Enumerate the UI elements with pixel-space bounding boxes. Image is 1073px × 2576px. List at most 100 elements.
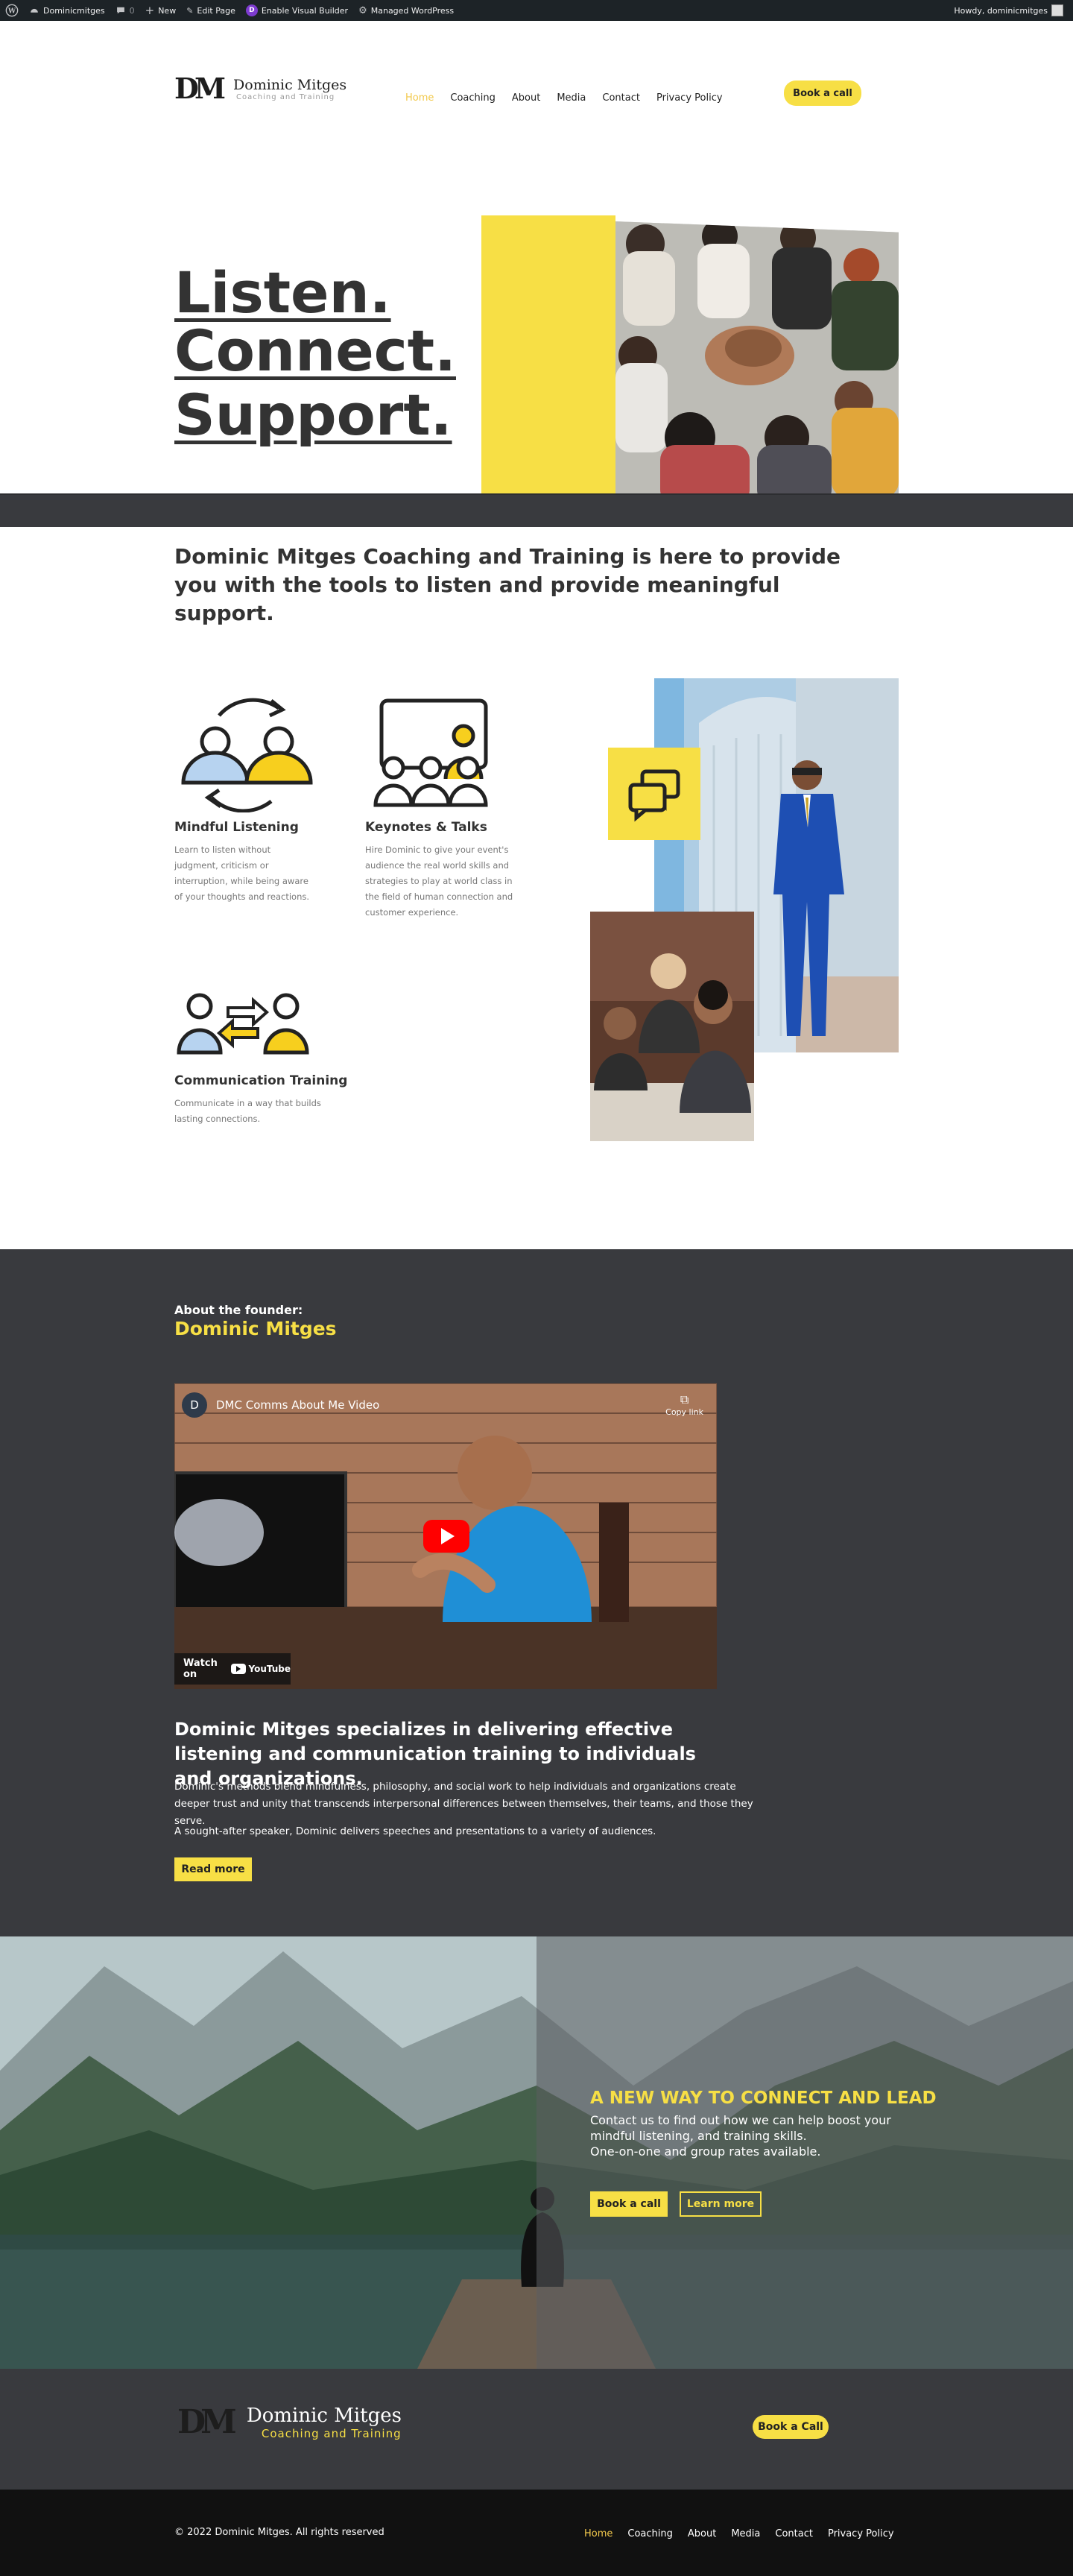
nav-contact[interactable]: Contact [602, 92, 640, 104]
watch-on-label: Watch on [183, 1658, 218, 1680]
service-communication: Communication Training Communicate in a … [174, 984, 361, 1127]
business-team-photo [590, 912, 754, 1141]
presentation-board-icon [373, 698, 488, 807]
chat-bubbles-icon [628, 769, 680, 822]
founder-section: About the founder: Dominic Mitges D DMC … [0, 1249, 1073, 1936]
admin-managed-link[interactable]: ⚙ Managed WordPress [353, 0, 459, 21]
site-header: DM Dominic Mitges Coaching and Training … [0, 21, 1073, 174]
footer-nav-coaching[interactable]: Coaching [627, 2528, 673, 2539]
admin-managed-label: Managed WordPress [370, 5, 455, 16]
play-icon [441, 1528, 455, 1544]
nav-privacy[interactable]: Privacy Policy [656, 92, 723, 104]
watch-on-youtube-button[interactable]: Watch on YouTube [174, 1653, 291, 1685]
admin-account-link[interactable]: Howdy, dominicmitges [949, 0, 1069, 21]
youtube-video-embed[interactable]: D DMC Comms About Me Video ⧉ Copy link W… [174, 1383, 717, 1689]
logo-mark: DM [174, 72, 226, 105]
comments-count: 0 [129, 5, 135, 16]
admin-comments-link[interactable]: 0 [110, 0, 140, 21]
footer-logo-mark: DM [177, 2403, 237, 2441]
youtube-logo-icon: YouTube [231, 1664, 291, 1674]
founder-name: Dominic Mitges [174, 1318, 337, 1339]
avatar [1051, 4, 1063, 16]
admin-edit-label: Edit Page [197, 5, 235, 16]
admin-new-link[interactable]: + New [140, 0, 182, 21]
hero-line-listen: Listen. [174, 259, 391, 326]
founder-kicker: About the founder: [174, 1303, 303, 1317]
copyright: © 2022 Dominic Mitges. All rights reserv… [174, 2527, 384, 2538]
cta-text-line-2: mindful listening, and training skills. [590, 2129, 807, 2143]
admin-howdy: Howdy, dominicmitges [954, 5, 1048, 16]
cta-learn-more-button[interactable]: Learn more [680, 2191, 762, 2217]
admin-site-link[interactable]: Dominicmitges [24, 0, 110, 21]
service-title: Keynotes & Talks [365, 820, 487, 835]
copy-icon: ⧉ [680, 1392, 689, 1407]
footer-nav-home[interactable]: Home [584, 2528, 613, 2539]
service-mindful-listening: Mindful Listening Learn to listen withou… [174, 686, 361, 905]
admin-new-label: New [158, 5, 177, 16]
footer-logo-title: Dominic Mitges [246, 2405, 402, 2427]
footer-nav-contact[interactable]: Contact [775, 2528, 813, 2539]
hero-line-support: Support. [174, 382, 452, 448]
dashboard-icon [31, 8, 38, 13]
founder-paragraph-1: Dominic's methods blend mindfulness, phi… [174, 1781, 753, 1827]
svg-text:W: W [7, 8, 16, 16]
nav-media[interactable]: Media [557, 92, 586, 104]
service-text: Hire Dominic to give your event's audien… [365, 845, 513, 918]
nav-coaching[interactable]: Coaching [450, 92, 496, 104]
founder-paragraph-2: A sought-after speaker, Dominic delivers… [174, 1825, 656, 1837]
logo-subtitle: Coaching and Training [236, 92, 335, 101]
main-nav: Home Coaching About Media Contact Privac… [405, 92, 723, 104]
video-title[interactable]: DMC Comms About Me Video [216, 1398, 379, 1412]
logo-title: Dominic Mitges [233, 76, 347, 93]
service-title: Communication Training [174, 1073, 348, 1088]
cta-book-call-button[interactable]: Book a call [590, 2191, 668, 2217]
footer-logo-subtitle: Coaching and Training [261, 2427, 402, 2440]
cta-title: A NEW WAY TO CONNECT AND LEAD [590, 2089, 937, 2108]
exchange-people-icon [177, 993, 309, 1055]
service-title: Mindful Listening [174, 820, 299, 835]
hero-line-connect: Connect. [174, 318, 456, 384]
admin-builder-link[interactable]: D Enable Visual Builder [241, 0, 353, 21]
video-header: D DMC Comms About Me Video [182, 1392, 379, 1418]
admin-edit-link[interactable]: ✎ Edit Page [181, 0, 241, 21]
nav-about[interactable]: About [512, 92, 540, 104]
nav-home[interactable]: Home [405, 92, 434, 104]
hero-accent-block [481, 215, 615, 493]
footer-logo[interactable]: DM Dominic Mitges Coaching and Training [177, 2405, 402, 2440]
plus-icon: + [145, 4, 155, 17]
service-text: Communicate in a way that builds lasting… [174, 1098, 321, 1124]
site-footer: DM Dominic Mitges Coaching and Training … [0, 2369, 1073, 2490]
footer-book-call-button[interactable]: Book a Call [753, 2415, 829, 2439]
footer-nav: Home Coaching About Media Contact Privac… [584, 2528, 894, 2539]
read-more-button[interactable]: Read more [174, 1857, 252, 1881]
copy-link-button[interactable]: ⧉ Copy link [665, 1392, 703, 1417]
hero-section: Listen. Connect. Support. [0, 174, 1073, 493]
cta-text-line-1: Contact us to find out how we can help b… [590, 2113, 891, 2127]
cta-text: Contact us to find out how we can help b… [590, 2112, 891, 2159]
chat-badge [608, 748, 700, 840]
hero-divider-band [0, 493, 1073, 527]
footer-nav-privacy[interactable]: Privacy Policy [828, 2528, 894, 2539]
admin-site-name: Dominicmitges [43, 5, 105, 16]
cta-text-line-3: One-on-one and group rates available. [590, 2144, 821, 2159]
team-hands-photo [615, 221, 899, 493]
intro-heading: Dominic Mitges Coaching and Training is … [174, 544, 841, 625]
wordpress-logo-icon[interactable]: W [0, 0, 24, 21]
site-logo[interactable]: DM Dominic Mitges Coaching and Training [174, 75, 346, 103]
pencil-icon: ✎ [186, 5, 194, 16]
header-book-call-button[interactable]: Book a call [784, 80, 861, 106]
gear-icon: ⚙ [358, 4, 367, 16]
admin-builder-label: Enable Visual Builder [261, 5, 349, 16]
lake-landscape-image [0, 1936, 1073, 2369]
comment-icon [116, 7, 124, 14]
bottom-bar: © 2022 Dominic Mitges. All rights reserv… [0, 2490, 1073, 2576]
footer-nav-media[interactable]: Media [731, 2528, 760, 2539]
service-text: Learn to listen without judgment, critic… [174, 845, 310, 902]
footer-nav-about[interactable]: About [688, 2528, 716, 2539]
listening-people-icon [181, 698, 313, 812]
hero-heading: Listen. Connect. Support. [174, 264, 456, 444]
service-keynotes: Keynotes & Talks Hire Dominic to give yo… [365, 693, 551, 921]
divi-icon: D [245, 4, 258, 16]
channel-avatar: D [182, 1392, 207, 1418]
play-button[interactable] [423, 1520, 469, 1553]
